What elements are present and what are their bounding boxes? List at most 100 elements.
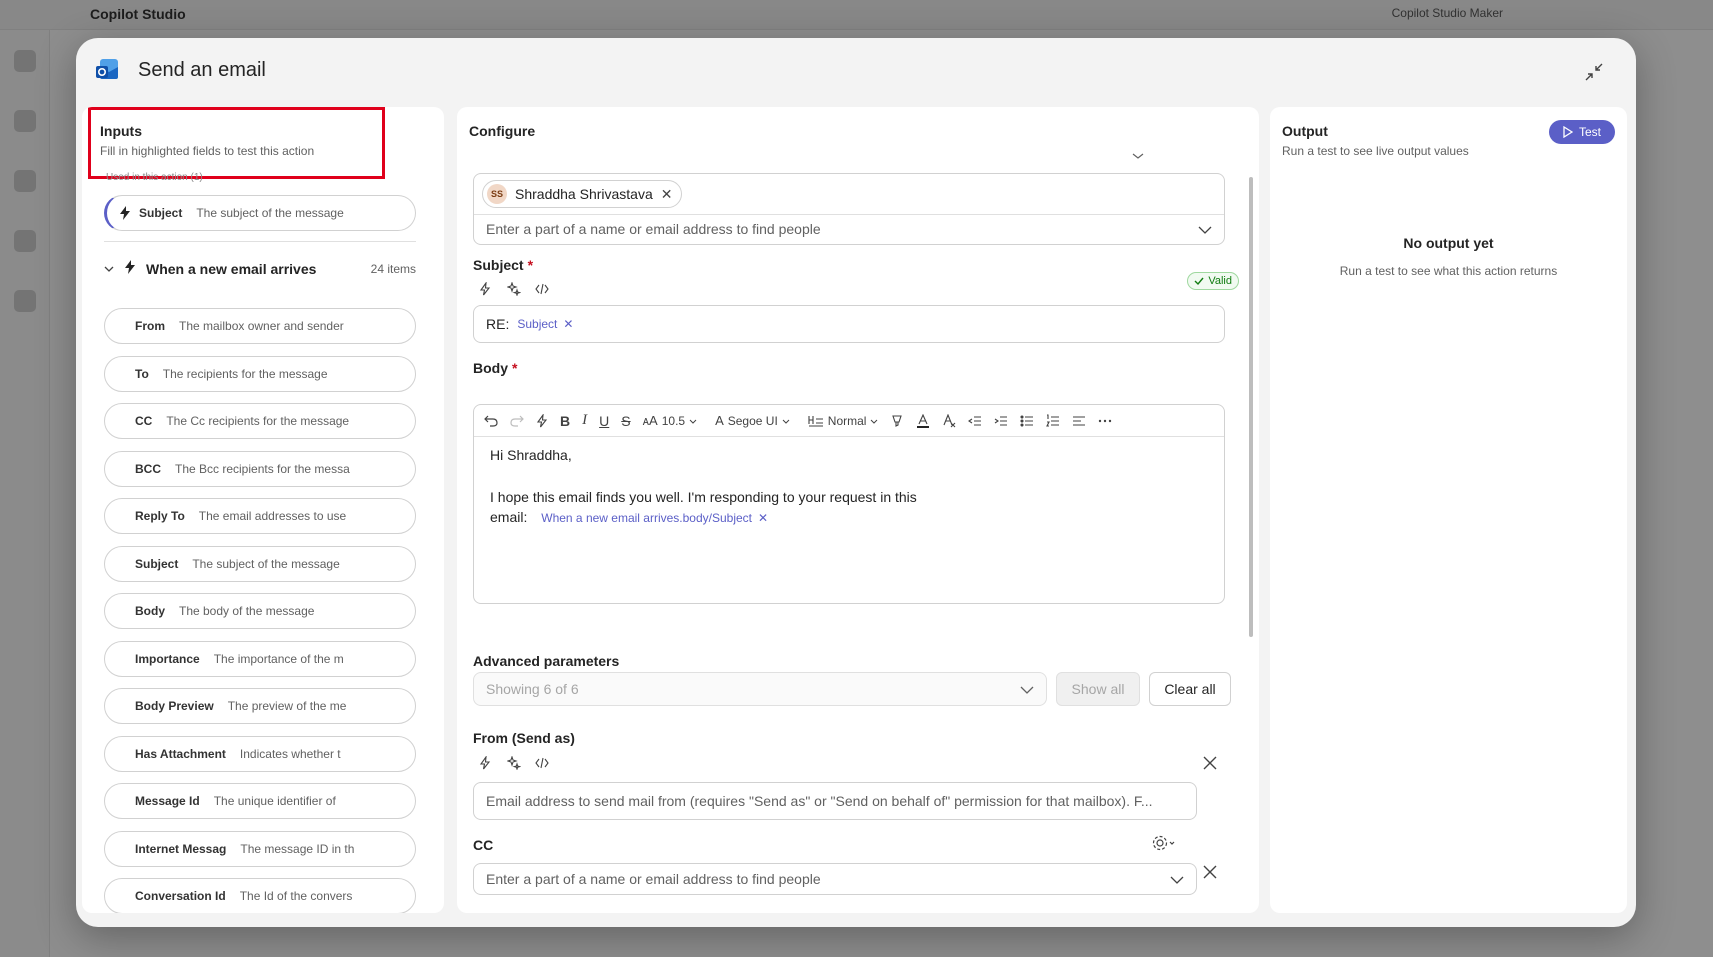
input-item[interactable]: Body Preview The preview of the me [104,688,416,724]
input-item[interactable]: To The recipients for the message [104,355,416,392]
remove-token-icon[interactable]: ✕ [758,508,768,528]
highlight-icon[interactable] [890,414,904,428]
to-field[interactable]: SS Shraddha Shrivastava ✕ Enter a part o… [473,173,1225,245]
bold-icon[interactable]: B [560,413,570,429]
input-item[interactable]: Internet Messag The message ID in th [104,830,416,867]
input-desc: The message ID in th [240,841,355,856]
subject-prefix: RE: [486,316,510,332]
remove-recipient-icon[interactable]: ✕ [661,186,673,203]
redo-icon[interactable] [510,414,524,428]
trigger-group-header[interactable]: When a new email arrives 24 items [104,260,416,277]
lightning-icon[interactable] [536,413,548,428]
input-item[interactable]: Has Attachment Indicates whether t [104,735,416,772]
input-item[interactable]: Conversation Id The Id of the convers [104,878,416,913]
input-item[interactable]: Reply To The email addresses to use [104,498,416,534]
gear-icon[interactable] [1151,834,1175,857]
used-in-action-label: Used in this action (1) [106,172,203,183]
input-item[interactable]: Message Id The unique identifier of [104,783,416,819]
from-input[interactable]: Email address to send mail from (require… [473,782,1197,820]
input-desc: The recipients for the message [162,366,328,381]
body-content[interactable]: Hi Shraddha, I hope this email finds you… [490,445,1050,528]
body-line: email: When a new email arrives.body/Sub… [490,507,1050,528]
output-panel: Output Run a test to see live output val… [1270,107,1627,913]
paragraph-style-picker[interactable]: Normal [808,414,879,428]
input-item[interactable]: Subject The subject of the message [104,545,416,582]
underline-icon[interactable]: U [599,413,609,429]
chevron-down-icon[interactable] [1198,223,1212,237]
outdent-icon[interactable] [968,414,982,428]
scrollbar[interactable] [1249,177,1253,637]
input-name: Subject [139,206,183,220]
lightning-icon[interactable] [479,756,493,770]
from-label: From (Send as) [473,730,575,746]
clear-format-icon[interactable] [942,413,956,428]
dynamic-token[interactable]: When a new email arrives.body/Subject ✕ [541,508,768,528]
more-icon[interactable] [1098,419,1112,423]
recipient-chip[interactable]: SS Shraddha Shrivastava ✕ [482,180,682,208]
input-name: Body Preview [135,699,214,713]
code-icon[interactable] [535,282,549,296]
font-family-picker[interactable]: A Segoe UI [715,413,790,428]
show-all-button[interactable]: Show all [1056,672,1140,706]
lightning-icon[interactable] [479,282,493,296]
input-item[interactable]: Body The body of the message [104,593,416,629]
font-icon: A [715,413,724,428]
sparkle-icon[interactable] [507,756,521,770]
input-item[interactable]: Importance The importance of the m [104,640,416,677]
italic-icon[interactable]: I [582,412,587,429]
inputs-header: Inputs Fill in highlighted fields to tes… [100,123,314,158]
input-name: CC [135,414,153,428]
input-item[interactable]: BCC The Bcc recipients for the messa [104,450,416,487]
inputs-panel: Inputs Fill in highlighted fields to tes… [82,107,444,913]
input-name: To [135,366,149,381]
output-subtitle: Run a test to see live output values [1282,144,1469,158]
font-size-picker[interactable]: ᴀA 10.5 [643,413,697,428]
empty-output-title: No output yet [1403,235,1494,251]
code-icon[interactable] [535,756,549,770]
clear-all-button[interactable]: Clear all [1149,672,1231,706]
input-desc: The body of the message [179,604,315,618]
trigger-group-count: 24 items [370,261,416,276]
remove-token-icon[interactable]: ✕ [563,317,573,331]
divider [104,241,416,242]
rich-text-toolbar: B I U S ᴀA 10.5 A Segoe UI Normal [474,405,1224,437]
cc-input[interactable]: Enter a part of a name or email address … [473,863,1197,895]
outlook-icon [94,56,122,84]
divider [474,214,1224,215]
collapse-icon[interactable] [1580,58,1608,86]
font-size-icon: ᴀA [642,413,658,428]
indent-icon[interactable] [994,414,1008,428]
checkmark-icon [1194,277,1204,286]
output-title: Output [1282,123,1328,139]
subject-field[interactable]: RE: Subject ✕ [473,305,1225,343]
test-button[interactable]: Test [1549,120,1615,144]
input-name: Internet Messag [135,841,227,856]
body-label: Body * [473,360,518,376]
input-desc: The Bcc recipients for the messa [175,461,350,476]
input-desc: The Id of the convers [239,889,353,903]
used-input-subject[interactable]: Subject The subject of the message [104,195,416,231]
undo-icon[interactable] [484,414,498,428]
dynamic-token[interactable]: Subject ✕ [517,317,573,331]
input-item[interactable]: CC The Cc recipients for the message [104,403,416,439]
bullet-list-icon[interactable] [1020,414,1034,428]
input-name: Conversation Id [135,889,226,903]
to-search-input[interactable]: Enter a part of a name or email address … [486,221,821,237]
font-color-icon[interactable] [916,413,930,428]
body-editor[interactable]: B I U S ᴀA 10.5 A Segoe UI Normal Hi Shrad… [473,404,1225,604]
chevron-down-icon [1020,686,1034,694]
align-icon[interactable] [1072,414,1086,428]
advanced-parameters-select[interactable]: Showing 6 of 6 [473,672,1047,706]
close-icon[interactable] [1202,755,1218,771]
close-icon[interactable] [1202,864,1218,880]
valid-badge: Valid [1187,272,1239,290]
output-header: Output Run a test to see live output val… [1282,123,1469,158]
strikethrough-icon[interactable]: S [621,413,630,429]
numbered-list-icon[interactable] [1046,413,1060,428]
input-desc: The subject of the message [192,556,340,571]
dialog-header: Send an email [94,56,266,84]
input-item[interactable]: From The mailbox owner and sender [104,308,416,344]
cc-label: CC [473,837,494,853]
sparkle-icon[interactable] [507,282,521,296]
send-email-dialog: Send an email Inputs Fill in highlighted… [76,38,1636,927]
